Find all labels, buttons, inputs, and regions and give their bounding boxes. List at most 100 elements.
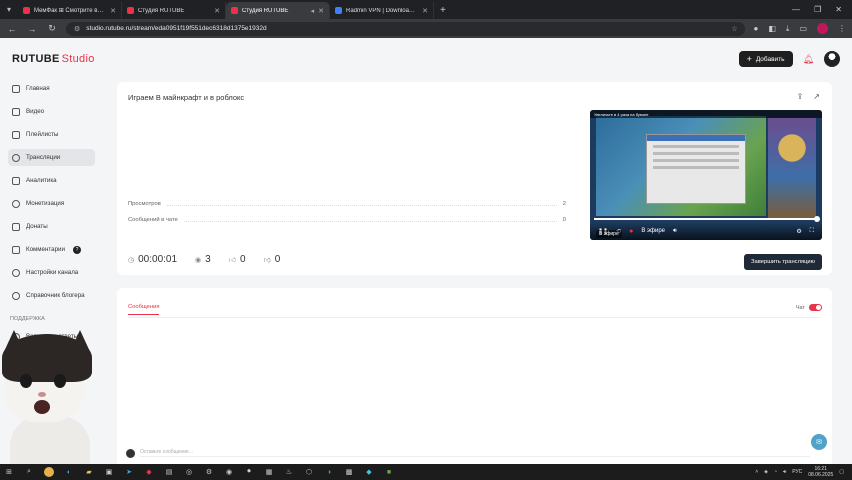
app-grid-icon[interactable]: ▩: [344, 467, 354, 477]
browser-tab-4[interactable]: Radmin VPN | Download Free ✕: [330, 2, 434, 19]
tab-title: Radmin VPN | Download Free: [346, 7, 418, 14]
back-icon[interactable]: ←: [6, 24, 18, 34]
donation-icon: [12, 222, 20, 231]
sidebar-item-donations[interactable]: Донаты: [8, 218, 95, 235]
chat-support-icon[interactable]: ✉: [811, 434, 827, 450]
duration-value: 00:00:01: [138, 254, 178, 265]
steam-icon[interactable]: ♨: [284, 467, 294, 477]
sidebar-item-streams[interactable]: Трансляции: [8, 149, 95, 166]
app-red-icon[interactable]: ◆: [144, 467, 154, 477]
bell-icon[interactable]: 🔔︎: [803, 54, 814, 65]
edge-icon[interactable]: ◐: [64, 467, 74, 477]
sidebar-item-blogger-guide[interactable]: Справочник блогера: [8, 287, 95, 304]
radmin-icon[interactable]: ◆: [364, 467, 374, 477]
clock-date: 08.06.2025: [808, 472, 834, 478]
sidebar-item-comments[interactable]: Комментарии?: [8, 241, 95, 258]
stream-card: Играем В майнкрафт и в роблокс ⇪ ↗ Просм…: [117, 82, 832, 275]
chat-message-input[interactable]: Оставьте сообщение...: [140, 449, 810, 457]
likes-value: 0: [240, 254, 246, 265]
app-rec-icon[interactable]: ⏺: [244, 467, 254, 477]
download-icon[interactable]: ⤓: [786, 24, 790, 34]
tray-chevron-icon[interactable]: ˄: [755, 469, 758, 475]
keyboard-language[interactable]: РУС: [792, 469, 802, 475]
chrome-icon[interactable]: [44, 467, 54, 477]
tab-close-icon[interactable]: ✕: [422, 7, 428, 15]
tab-search-icon[interactable]: ▾: [0, 0, 18, 19]
webcam-cat-overlay: [0, 330, 100, 464]
app-white-icon[interactable]: ▤: [164, 467, 174, 477]
record-icon[interactable]: ●: [753, 24, 758, 33]
unity-icon[interactable]: ⬡: [304, 467, 314, 477]
tab-close-icon[interactable]: ✕: [214, 7, 220, 15]
notifications-icon[interactable]: ▢: [839, 469, 844, 475]
rutube-studio-logo[interactable]: RUTUBE Studio: [12, 53, 95, 65]
reload-icon[interactable]: ↻: [46, 23, 58, 34]
video-frame-character: [768, 118, 816, 218]
share-icon[interactable]: ⇪: [797, 92, 804, 101]
speaker-icon[interactable]: 🔊︎: [783, 469, 786, 475]
browser-tabbar: ▾ МемФак ⊞ Смотрите видео ✕ Студия RUTUB…: [0, 0, 852, 19]
sidebar-item-label: Трансляции: [26, 154, 61, 161]
logo-sub: Studio: [61, 53, 95, 65]
sidebar-item-video[interactable]: Видео: [8, 103, 95, 120]
browser-tab-1[interactable]: МемФак ⊞ Смотрите видео ✕: [18, 2, 122, 19]
tab-close-icon[interactable]: ✕: [110, 7, 116, 15]
windows-start-icon[interactable]: ⊞: [4, 467, 14, 477]
sidebar-item-analytics[interactable]: Аналитика: [8, 172, 95, 189]
favicon-icon: [23, 7, 30, 14]
views-label: Просмотров: [128, 201, 161, 207]
tab-messages[interactable]: Сообщения: [128, 304, 160, 315]
network-icon[interactable]: ◔: [774, 469, 777, 475]
menu-dots-icon[interactable]: ⋮: [838, 24, 846, 33]
address-bar[interactable]: ⚙ studio.rutube.ru/stream/eda0951f19f551…: [66, 21, 746, 36]
close-window-icon[interactable]: ✕: [835, 5, 842, 14]
stream-video-player[interactable]: Увеличьте в 4 раза на бумаге ❚❚ ⟲ ● В эф…: [590, 110, 822, 240]
add-button[interactable]: + Добавить: [738, 51, 793, 67]
help-badge-icon[interactable]: ?: [72, 245, 81, 254]
file-explorer-icon[interactable]: ▰: [84, 467, 94, 477]
settings-icon[interactable]: ⚙: [796, 228, 801, 235]
store-icon[interactable]: ▣: [104, 467, 114, 477]
live-label[interactable]: В эфире: [641, 228, 665, 234]
end-stream-button[interactable]: Завершить трансляцию: [744, 254, 822, 270]
telegram-icon[interactable]: ➤: [124, 467, 134, 477]
search-icon[interactable]: ⌕: [24, 467, 34, 477]
minecraft-icon[interactable]: ■: [384, 467, 394, 477]
chat-toggle[interactable]: [809, 304, 822, 311]
user-avatar[interactable]: [824, 51, 840, 67]
extensions-icon[interactable]: ◧: [768, 24, 776, 33]
broadcast-icon: [12, 153, 20, 162]
maximize-icon[interactable]: ❐: [814, 5, 821, 14]
browser-tab-2[interactable]: Студия RUTUBE ✕: [122, 2, 226, 19]
edge-dev-icon[interactable]: ◑: [324, 467, 334, 477]
clock[interactable]: 16:21 08.06.2025: [808, 466, 833, 478]
browser-tab-3[interactable]: Студия RUTUBE ◂ ✕: [226, 2, 330, 19]
live-badge: В эфире: [596, 230, 622, 238]
bookmark-star-icon[interactable]: ☆: [731, 25, 737, 33]
fullscreen-icon[interactable]: ⛶: [810, 228, 814, 235]
sidebar-item-playlists[interactable]: Плейлисты: [8, 126, 95, 143]
eye-icon: ◉: [195, 256, 202, 264]
new-tab-button[interactable]: +: [434, 2, 452, 19]
chat-toggle-label: Чат: [795, 304, 805, 311]
sidebar-item-monetization[interactable]: Монетизация: [8, 195, 95, 212]
tab-close-icon[interactable]: ✕: [318, 7, 324, 15]
sidepanel-icon[interactable]: ▭: [799, 24, 807, 33]
discord-icon[interactable]: ◎: [184, 467, 194, 477]
volume-icon[interactable]: 🔊︎: [673, 228, 677, 235]
forward-icon[interactable]: →: [26, 24, 38, 34]
sidebar-item-label: Комментарии: [26, 246, 65, 253]
tray-app-icon[interactable]: ◈: [764, 469, 768, 475]
app-box-icon[interactable]: ▦: [264, 467, 274, 477]
tab-mute-icon[interactable]: ◂: [311, 7, 315, 15]
minimize-icon[interactable]: —: [792, 5, 800, 14]
plus-icon: +: [746, 54, 752, 64]
video-progress-bar[interactable]: [594, 216, 820, 222]
sidebar-item-channel-settings[interactable]: Настройки канала: [8, 264, 95, 281]
obs-icon[interactable]: ◉: [224, 467, 234, 477]
external-link-icon[interactable]: ↗: [813, 92, 820, 101]
settings-gear-icon[interactable]: ⚙: [204, 467, 214, 477]
sidebar-item-home[interactable]: Главная: [8, 80, 95, 97]
site-info-icon[interactable]: ⚙: [74, 25, 80, 33]
profile-avatar-icon[interactable]: [817, 23, 828, 34]
